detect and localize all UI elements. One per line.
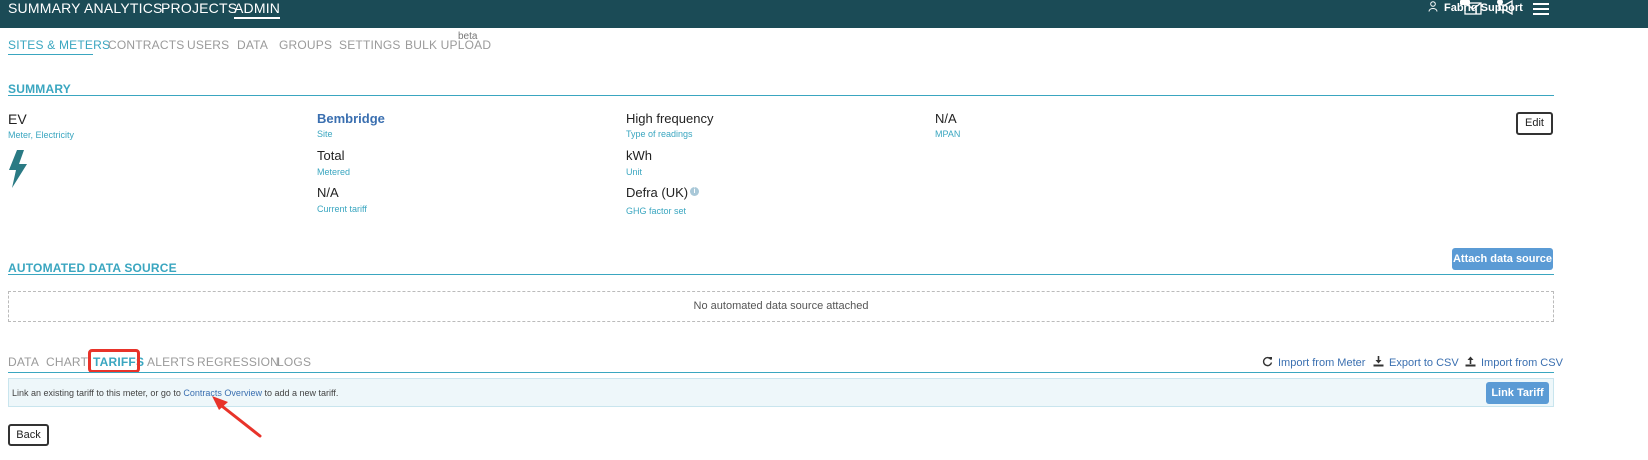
metered-value: Total (317, 148, 345, 163)
beta-badge: beta (458, 31, 478, 42)
tariffs-highlight-box (88, 349, 140, 373)
export-to-csv-label: Export to CSV (1389, 357, 1459, 369)
nav-analytics[interactable]: ANALYTICS (84, 0, 163, 16)
link-tariff-button[interactable]: Link Tariff (1486, 382, 1549, 404)
tariff-info-prefix: Link an existing tariff to this meter, o… (12, 388, 184, 398)
no-data-source-message: No automated data source attached (8, 291, 1554, 322)
import-from-csv-label: Import from CSV (1481, 357, 1563, 369)
edit-button[interactable]: Edit (1516, 112, 1553, 135)
tab-logs[interactable]: LOGS (277, 355, 311, 369)
top-nav-bar: SUMMARY ANALYTICS PROJECTS ADMIN Fabriq … (0, 0, 1648, 28)
meter-name: EV (8, 111, 27, 127)
tab-chart[interactable]: CHART (46, 355, 88, 369)
nav-projects[interactable]: PROJECTS (161, 0, 237, 16)
import-from-meter-action[interactable]: Import from Meter (1262, 356, 1365, 370)
menu-icon[interactable] (1533, 2, 1549, 20)
tariff-label: Current tariff (317, 204, 367, 214)
nav-admin[interactable]: ADMIN (234, 0, 281, 19)
export-to-csv-action[interactable]: Export to CSV (1373, 356, 1459, 370)
site-value-link[interactable]: Bembridge (317, 111, 385, 126)
readings-value: High frequency (626, 111, 714, 126)
subnav-active-underline (8, 54, 93, 55)
automated-title: AUTOMATED DATA SOURCE (8, 261, 177, 275)
site-label: Site (317, 129, 333, 139)
attach-data-source-button[interactable]: Attach data source (1452, 248, 1553, 270)
summary-title: SUMMARY (8, 82, 71, 96)
nav-summary[interactable]: SUMMARY (8, 0, 81, 16)
user-icon (1428, 1, 1438, 15)
ghg-value: Defra (UK) (626, 185, 689, 200)
tariff-value: N/A (317, 185, 339, 200)
tariff-info-text: Link an existing tariff to this meter, o… (12, 388, 338, 398)
readings-label: Type of readings (626, 129, 693, 139)
subnav-users[interactable]: USERS (187, 38, 229, 52)
mpan-label: MPAN (935, 129, 961, 139)
megaphone-icon[interactable] (1496, 0, 1516, 21)
info-icon[interactable]: i (690, 187, 699, 196)
upload-icon (1465, 356, 1476, 370)
tab-regression[interactable]: REGRESSION (197, 355, 279, 369)
tariff-info-suffix: to add a new tariff. (261, 388, 339, 398)
subnav-sites-meters[interactable]: SITES & METERS (8, 38, 110, 52)
subnav-settings[interactable]: SETTINGS (339, 38, 401, 52)
unit-label: Unit (626, 167, 643, 177)
tab-data[interactable]: DATA (8, 355, 39, 369)
annotation-arrow-icon (208, 394, 264, 443)
subnav-contracts[interactable]: CONTRACTS (108, 38, 184, 52)
summary-divider (8, 95, 1554, 96)
subnav-groups[interactable]: GROUPS (279, 38, 332, 52)
tab-alerts[interactable]: ALERTS (147, 355, 195, 369)
electricity-bolt-icon (8, 150, 28, 193)
unit-value: kWh (626, 148, 652, 163)
metered-label: Metered (317, 167, 351, 177)
ghg-label: GHG factor set (626, 206, 687, 216)
tabs-divider (8, 372, 1554, 373)
mpan-value: N/A (935, 111, 957, 126)
import-from-meter-label: Import from Meter (1278, 357, 1366, 369)
meter-type: Meter, Electricity (8, 130, 75, 140)
subnav-data[interactable]: DATA (237, 38, 268, 52)
back-button[interactable]: Back (8, 424, 49, 446)
subnav-bulk-upload[interactable]: BULK UPLOAD (405, 38, 491, 52)
import-from-csv-action[interactable]: Import from CSV (1465, 356, 1563, 370)
refresh-icon (1262, 356, 1273, 370)
download-icon (1373, 356, 1384, 370)
mail-icon[interactable] (1460, 0, 1484, 21)
automated-divider (8, 274, 1554, 275)
